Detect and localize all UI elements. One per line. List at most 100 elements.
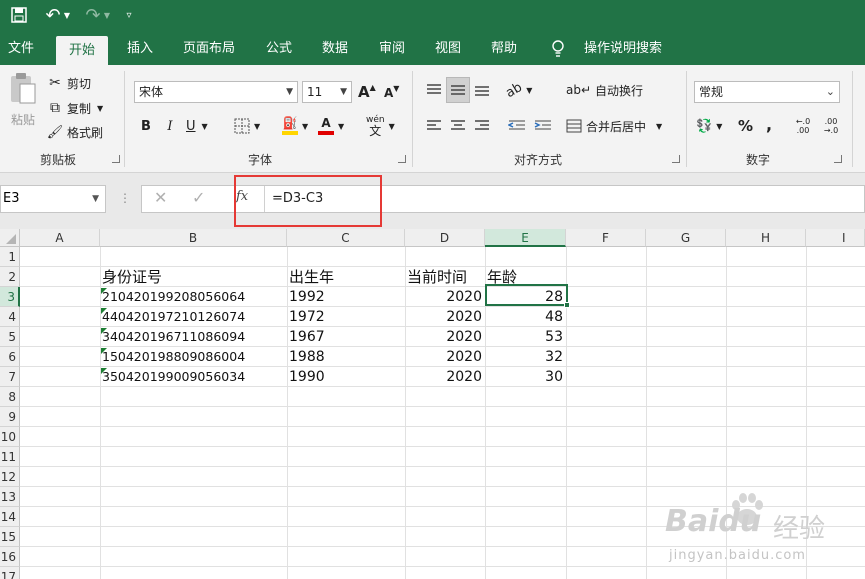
table-cell[interactable]: 210420199208056064 [100, 287, 287, 307]
undo-dropdown-icon[interactable]: ▼ [62, 4, 72, 26]
fill-handle[interactable] [564, 302, 570, 308]
table-cell[interactable]: 340420196711086094 [100, 327, 287, 347]
number-format-combo[interactable]: 常规 ⌄ [694, 81, 840, 103]
column-header-i[interactable]: I [806, 229, 865, 247]
align-right-button[interactable] [472, 115, 492, 137]
table-cell[interactable]: 1988 [287, 347, 405, 367]
table-cell[interactable]: 350420199009056034 [100, 367, 287, 387]
row-header[interactable]: 10 [0, 427, 20, 447]
format-painter-button[interactable]: 🖌 格式刷 [46, 122, 103, 142]
merge-dropdown-icon[interactable]: ▼ [656, 122, 662, 131]
cancel-entry-icon[interactable]: ✕ [154, 188, 167, 207]
phonetic-dropdown-icon[interactable]: ▼ [389, 122, 395, 131]
borders-dropdown-icon[interactable]: ▼ [254, 122, 260, 131]
row-header[interactable]: 17 [0, 567, 20, 579]
save-icon[interactable] [8, 4, 30, 26]
column-header-c[interactable]: C [287, 229, 405, 247]
copy-button[interactable]: ⧉ 复制 ▼ [46, 98, 103, 118]
row-header[interactable]: 16 [0, 547, 20, 567]
tab-page-layout[interactable]: 页面布局 [174, 32, 244, 65]
table-cell[interactable]: 30 [485, 367, 566, 387]
accounting-dropdown-icon[interactable]: ▼ [716, 122, 722, 131]
tab-file[interactable]: 文件 [0, 32, 42, 65]
table-cell[interactable]: 2020 [405, 327, 485, 347]
column-header-f[interactable]: F [566, 229, 646, 247]
align-center-button[interactable] [448, 115, 468, 137]
table-cell[interactable]: 1992 [287, 287, 405, 307]
shrink-font-button[interactable]: A ▼ [384, 83, 399, 103]
decrease-indent-button[interactable] [506, 115, 528, 137]
font-color-dropdown-icon[interactable]: ▼ [338, 122, 344, 131]
column-header-b[interactable]: B [100, 229, 287, 247]
grow-font-button[interactable]: A ▲ [358, 81, 376, 103]
accounting-format-button[interactable]: 💱 ▼ [696, 115, 722, 137]
row-header[interactable]: 2 [0, 267, 20, 287]
wrap-text-button[interactable]: ab↵ 自动换行 [566, 79, 643, 101]
align-middle-button[interactable] [446, 77, 470, 103]
increase-indent-button[interactable] [532, 115, 554, 137]
header-cell-birth-year[interactable]: 出生年 [287, 267, 405, 287]
row-header[interactable]: 6 [0, 347, 20, 367]
table-cell[interactable]: 150420198809086004 [100, 347, 287, 367]
table-cell[interactable]: 2020 [405, 347, 485, 367]
column-header-a[interactable]: A [20, 229, 100, 247]
font-color-button[interactable]: A ▼ [318, 115, 344, 137]
tab-insert[interactable]: 插入 [118, 32, 162, 65]
row-header[interactable]: 5 [0, 327, 20, 347]
row-header[interactable]: 1 [0, 247, 20, 267]
row-header[interactable]: 3 [0, 287, 20, 307]
copy-dropdown-icon[interactable]: ▼ [97, 104, 103, 113]
comma-button[interactable]: , [766, 113, 772, 135]
italic-button[interactable]: I [162, 116, 178, 136]
table-cell[interactable]: 48 [485, 307, 566, 327]
table-cell[interactable]: 440420197210126074 [100, 307, 287, 327]
table-cell[interactable]: 1972 [287, 307, 405, 327]
tab-formulas[interactable]: 公式 [257, 32, 301, 65]
row-header[interactable]: 9 [0, 407, 20, 427]
bold-button[interactable]: B [138, 116, 154, 136]
align-bottom-button[interactable] [472, 79, 492, 101]
font-name-combo[interactable]: 宋体 ▼ [134, 81, 298, 103]
column-header-g[interactable]: G [646, 229, 726, 247]
align-top-button[interactable] [424, 79, 444, 101]
fill-color-button[interactable]: ⛽ ▼ [282, 115, 308, 137]
font-launcher-icon[interactable] [398, 155, 406, 163]
alignment-launcher-icon[interactable] [672, 155, 680, 163]
undo-icon[interactable]: ↶ [42, 4, 64, 26]
column-header-h[interactable]: H [726, 229, 806, 247]
number-launcher-icon[interactable] [834, 155, 842, 163]
decrease-decimal-button[interactable]: .00 →.0 [820, 115, 842, 137]
increase-decimal-button[interactable]: ←.0 .00 [792, 115, 814, 137]
tab-view[interactable]: 视图 [426, 32, 470, 65]
table-cell[interactable]: 2020 [405, 367, 485, 387]
underline-button[interactable]: U ▼ [186, 116, 208, 136]
font-size-combo[interactable]: 11 ▼ [302, 81, 352, 103]
table-cell[interactable]: 53 [485, 327, 566, 347]
row-header[interactable]: 12 [0, 467, 20, 487]
row-header[interactable]: 14 [0, 507, 20, 527]
orientation-button[interactable]: ab ▼ [503, 79, 532, 101]
merge-center-button[interactable]: 合并后居中 ▼ [566, 115, 662, 137]
clipboard-launcher-icon[interactable] [112, 155, 120, 163]
paste-button[interactable]: 粘贴 [4, 71, 42, 139]
header-cell-current-year[interactable]: 当前时间 [405, 267, 485, 287]
table-cell[interactable]: 1990 [287, 367, 405, 387]
select-all-corner[interactable] [0, 229, 20, 247]
customize-toolbar-icon[interactable]: ▿ [122, 4, 136, 26]
cut-button[interactable]: ✂ 剪切 [46, 73, 91, 93]
row-header[interactable]: 4 [0, 307, 20, 327]
table-cell[interactable]: 2020 [405, 287, 485, 307]
tab-help[interactable]: 帮助 [482, 32, 526, 65]
align-left-button[interactable] [424, 115, 444, 137]
tab-home[interactable]: 开始 [56, 36, 108, 65]
row-header[interactable]: 7 [0, 367, 20, 387]
row-header[interactable]: 15 [0, 527, 20, 547]
confirm-entry-icon[interactable]: ✓ [192, 188, 205, 207]
redo-dropdown-icon[interactable]: ▼ [102, 4, 112, 26]
table-cell[interactable]: 32 [485, 347, 566, 367]
underline-dropdown-icon[interactable]: ▼ [202, 122, 208, 131]
tell-me-search[interactable]: 操作说明搜索 [578, 32, 668, 65]
tab-data[interactable]: 数据 [313, 32, 357, 65]
orientation-dropdown-icon[interactable]: ▼ [526, 86, 532, 95]
row-header[interactable]: 11 [0, 447, 20, 467]
